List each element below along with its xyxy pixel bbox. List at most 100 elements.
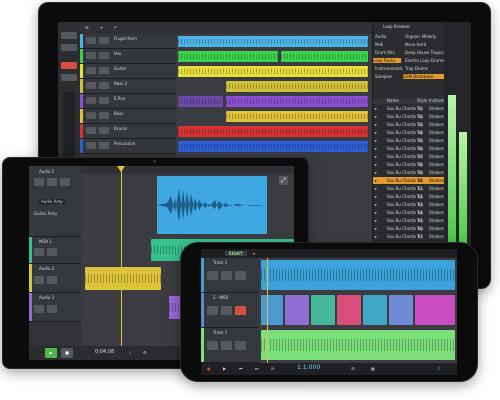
track-header[interactable]: Bass xyxy=(80,109,176,124)
row-play-icon[interactable]: ▸ xyxy=(375,154,377,159)
solo-button[interactable] xyxy=(47,305,57,313)
track-header[interactable]: Audio 1 Audio Amp Guitar Amp xyxy=(29,166,81,237)
track-header[interactable]: Track 1 xyxy=(201,258,259,293)
playhead-marker-icon[interactable] xyxy=(117,166,125,172)
record-icon[interactable]: ● xyxy=(207,366,211,371)
clip[interactable] xyxy=(85,267,161,290)
clip[interactable] xyxy=(261,260,455,290)
play-button[interactable]: ▶ xyxy=(45,348,57,358)
row-play-icon[interactable]: ▸ xyxy=(375,194,377,199)
mute-button[interactable] xyxy=(34,178,44,186)
browser-row[interactable]: ▸ Sou.Ru Chords 03 Trp Strokes xyxy=(373,121,445,129)
row-play-icon[interactable]: ▸ xyxy=(375,186,377,191)
track-header[interactable]: Vox xyxy=(80,49,176,64)
browser-folder[interactable]: Electro Loop Drums xyxy=(405,58,444,63)
record-button[interactable] xyxy=(235,306,246,315)
row-play-icon[interactable]: ▸ xyxy=(375,210,377,215)
browser-category[interactable]: Midi xyxy=(375,42,383,47)
browser-row[interactable]: ▸ Sou.Ru Chords 13 Trp Strokes xyxy=(373,201,445,209)
solo-button[interactable] xyxy=(99,97,109,104)
midi-clip[interactable] xyxy=(285,295,309,325)
midi-clip[interactable] xyxy=(261,295,283,325)
record-button[interactable] xyxy=(60,178,70,186)
record-button[interactable] xyxy=(235,341,246,350)
fx-preset[interactable]: Guitar Amp xyxy=(34,211,57,216)
solo-button[interactable] xyxy=(99,112,109,119)
clip[interactable] xyxy=(178,51,278,62)
track-header[interactable]: Drums xyxy=(80,124,176,139)
fx-label[interactable]: Audio Amp xyxy=(39,199,65,204)
solo-button[interactable] xyxy=(99,67,109,74)
browser-row[interactable]: ▸ Sou.Ru Chords 01 Trp Strokes xyxy=(373,105,445,113)
browser-row[interactable]: ▸ Sou.Ru Chords 07 Trp Strokes xyxy=(373,153,445,161)
browser-row[interactable]: ▸ Sou.Ru Chords 05 Trp Strokes xyxy=(373,137,445,145)
solo-button[interactable] xyxy=(99,52,109,59)
browser-category[interactable]: Samples xyxy=(375,74,392,79)
track-header[interactable]: Audio 3 xyxy=(29,293,81,322)
piano-icon[interactable]: ▦ xyxy=(371,366,375,371)
browser-row[interactable]: ▸ Sou.Ru Chords 11 Trp Strokes xyxy=(373,185,445,193)
chevron-down-icon[interactable]: ▾ xyxy=(253,251,255,256)
row-play-icon[interactable]: ▸ xyxy=(375,138,377,143)
clip[interactable] xyxy=(261,330,455,360)
settings-icon[interactable]: ⚙ xyxy=(143,350,147,355)
track-header[interactable]: E.Pno xyxy=(80,94,176,109)
browser-row[interactable]: ▸ Sou.Ru Chords 14 Trp Strokes xyxy=(373,209,445,217)
clip[interactable] xyxy=(178,36,368,47)
solo-button[interactable] xyxy=(221,271,232,280)
midi-clip[interactable] xyxy=(389,295,413,325)
mute-button[interactable] xyxy=(86,67,96,74)
solo-button[interactable] xyxy=(47,248,57,256)
row-play-icon[interactable]: ▸ xyxy=(375,122,377,127)
row-play-icon[interactable]: ▸ xyxy=(375,202,377,207)
browser-row[interactable]: ▸ Sou.Ru Chords 16 Trp Strokes xyxy=(373,225,445,233)
browser-folder[interactable]: Organic Melody xyxy=(405,34,436,39)
browser-row[interactable]: ▸ Sou.Ru Chords 04 Trp Strokes xyxy=(373,129,445,137)
forward-icon[interactable]: ⏭ xyxy=(255,366,259,371)
track-header[interactable]: Percussion xyxy=(80,139,176,154)
playhead[interactable] xyxy=(121,166,122,346)
clip[interactable] xyxy=(226,96,368,107)
mute-button[interactable] xyxy=(207,306,218,315)
row-play-icon[interactable]: ▸ xyxy=(375,226,377,231)
solo-button[interactable] xyxy=(221,341,232,350)
menu-icon[interactable]: ☰ xyxy=(85,25,89,30)
solo-button[interactable] xyxy=(99,142,109,149)
snap-button[interactable] xyxy=(61,74,77,81)
browser-category[interactable]: Drum Kits xyxy=(375,50,395,55)
stop-button[interactable]: ■ xyxy=(61,348,73,358)
metronome-icon[interactable]: ♩ xyxy=(129,350,131,355)
browser-folder[interactable]: Deep House Tropical xyxy=(405,50,446,55)
mute-button[interactable] xyxy=(86,127,96,134)
mute-button[interactable] xyxy=(86,37,96,44)
clip[interactable] xyxy=(178,66,368,77)
track-header[interactable]: Track 1 xyxy=(201,328,259,363)
browser-row[interactable]: ▸ Sou.Ru Chords 08 Trp Strokes xyxy=(373,161,445,169)
mute-button[interactable] xyxy=(34,248,44,256)
mute-button[interactable] xyxy=(34,276,44,284)
row-play-icon[interactable]: ▸ xyxy=(375,218,377,223)
track-header[interactable]: 2 - MIDI xyxy=(201,293,259,328)
track-header[interactable]: Guitar xyxy=(80,64,176,79)
browser-folder[interactable]: Trap Drums xyxy=(405,66,428,71)
solo-button[interactable] xyxy=(47,276,57,284)
expand-icon[interactable]: ⤢ xyxy=(279,176,288,185)
clip[interactable] xyxy=(178,126,368,137)
clip[interactable] xyxy=(281,51,368,62)
midi-clip[interactable] xyxy=(311,295,335,325)
play-icon[interactable]: ▶ xyxy=(223,366,226,371)
mute-button[interactable] xyxy=(86,52,96,59)
row-play-icon[interactable]: ▸ xyxy=(375,162,377,167)
midi-clip[interactable] xyxy=(363,295,387,325)
browser-row[interactable]: ▸ Sou.Ru Chords 12 Trp Strokes xyxy=(373,193,445,201)
solo-button[interactable] xyxy=(221,306,232,315)
solo-button[interactable] xyxy=(47,178,57,186)
row-play-icon[interactable]: ▸ xyxy=(375,106,377,111)
browser-row[interactable]: ▸ Sou.Ru Chords 17 Trp Strokes xyxy=(373,233,445,241)
browser-category[interactable]: Instrumentals xyxy=(375,66,403,71)
add-track-icon[interactable]: + xyxy=(100,25,103,30)
row-play-icon[interactable]: ▸ xyxy=(375,130,377,135)
track-header[interactable]: Bass 2 xyxy=(80,79,176,94)
mute-button[interactable] xyxy=(86,82,96,89)
solo-button[interactable] xyxy=(99,82,109,89)
